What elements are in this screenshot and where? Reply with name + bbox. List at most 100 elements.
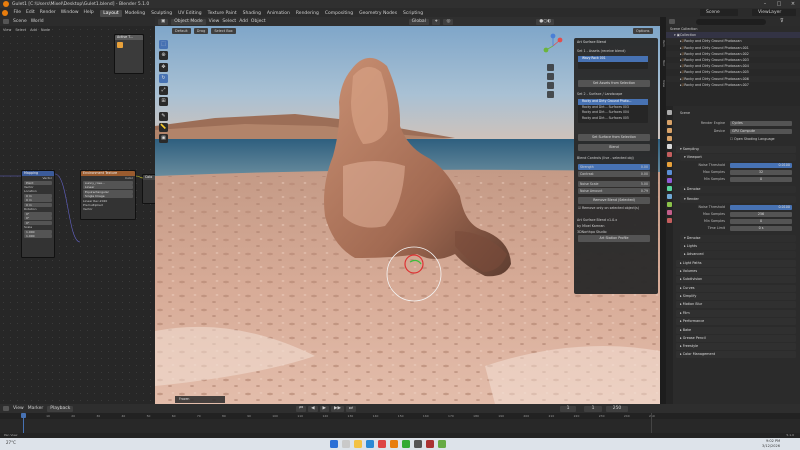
world-tab-icon[interactable]	[667, 152, 672, 157]
end-frame-field[interactable]: 250	[606, 405, 628, 412]
section-motion-blur[interactable]: ▸ Motion Blur	[676, 301, 796, 308]
node-tree-scene[interactable]: Scene	[13, 19, 27, 24]
data-tab-icon[interactable]	[667, 202, 672, 207]
tab-shading[interactable]: Shading	[240, 10, 264, 17]
node-editor-canvas[interactable]: View Select Add Node Active T... Mapping…	[0, 26, 156, 404]
app-icon-dark[interactable]	[414, 440, 422, 448]
section-denoise[interactable]: ▾ Denoise	[680, 235, 796, 242]
vp-menu-view[interactable]: View	[209, 19, 220, 24]
scene-tab-icon[interactable]	[667, 144, 672, 149]
app-icon-green[interactable]	[402, 440, 410, 448]
view-layer-selector[interactable]: ViewLayer	[752, 9, 796, 16]
section-viewport[interactable]: ▾ Viewport	[680, 154, 796, 161]
vp-noise-threshold-row[interactable]: Noise Threshold 0.0100	[676, 162, 798, 169]
cursor-tool-icon[interactable]: ⊕	[159, 51, 168, 60]
physics-tab-icon[interactable]	[667, 186, 672, 191]
view-layer-tab-icon[interactable]	[667, 136, 672, 141]
vp-max-samples-row[interactable]: Max Samples 32	[676, 169, 798, 176]
viewport-editor-type[interactable]: ▣	[158, 18, 169, 25]
blender-menu-icon[interactable]	[2, 9, 8, 16]
material-tab-icon[interactable]	[667, 210, 672, 215]
outliner-row-8[interactable]: ▸ ▽ Rocky and Dirty Ground Photoscan.007	[666, 82, 800, 88]
options-button[interactable]: Options	[633, 28, 653, 34]
r-time-field[interactable]: 0 s	[730, 225, 792, 231]
transform-orientation[interactable]: Global	[408, 18, 429, 25]
current-frame-field[interactable]: 1	[560, 405, 576, 412]
prev-keyframe-icon[interactable]: ◀	[308, 405, 318, 412]
edge-icon[interactable]	[366, 440, 374, 448]
section-freestyle[interactable]: ▸ Freestyle	[676, 343, 796, 350]
timeline-menu-playback[interactable]: Playback	[47, 405, 74, 412]
texture-tab-icon[interactable]	[667, 218, 672, 223]
outliner-tree[interactable]: Scene Collection ▾ ▣ Collection ▸ ▽ Rock…	[666, 26, 800, 106]
render-tab-icon[interactable]	[667, 120, 672, 125]
section-vp-denoise[interactable]: ▸ Denoise	[680, 186, 796, 193]
start-icon[interactable]	[330, 440, 338, 448]
r-min-field[interactable]: 0	[730, 218, 792, 224]
menu-render[interactable]: Render	[37, 8, 58, 17]
vp-menu-object[interactable]: Object	[251, 19, 266, 24]
transform-tool-icon[interactable]: ⊞	[159, 97, 168, 106]
editor-type-icon[interactable]	[3, 19, 9, 24]
filter-icon[interactable]: ⊽	[780, 18, 784, 24]
next-keyframe-icon[interactable]: ▶▶	[331, 405, 344, 412]
section-sampling[interactable]: ▾ Sampling	[676, 146, 796, 153]
set2-item-4[interactable]: Rocky and Dirt... Surfaces 005	[578, 116, 648, 122]
noise-amount-field[interactable]: Noise Amount 0.79	[578, 188, 650, 194]
object-tab-icon[interactable]	[667, 162, 672, 167]
device-dropdown[interactable]: GPU Compute	[730, 128, 792, 134]
tool-tab-icon[interactable]	[667, 110, 672, 115]
device-row[interactable]: Device GPU Compute	[676, 128, 798, 135]
set-assets-button[interactable]: Set Assets from Selection	[578, 80, 650, 87]
section-simplify[interactable]: ▸ Simplify	[676, 293, 796, 300]
remove-only-selected-checkbox[interactable]: ☑ Remove only on selected object(s)	[578, 205, 656, 211]
app-icon-red[interactable]	[378, 440, 386, 448]
scale-tool-icon[interactable]: ⤢	[159, 86, 168, 95]
timeline-area[interactable]: 0102030405060708090100110120130140150160…	[0, 413, 800, 433]
modifier-tab-icon[interactable]	[667, 170, 672, 175]
select-box[interactable]: Select Box	[211, 28, 236, 34]
section-render[interactable]: ▾ Render	[680, 196, 796, 203]
constraints-tab-icon[interactable]	[667, 194, 672, 199]
section-advanced[interactable]: ▸ Advanced	[680, 251, 796, 258]
vp-min-samples-row[interactable]: Min Samples 0	[676, 176, 798, 183]
particles-tab-icon[interactable]	[667, 178, 672, 183]
menu-window[interactable]: Window	[58, 8, 81, 17]
panel-header[interactable]: Art Surface Blend	[577, 39, 655, 45]
r-max-samples-row[interactable]: Max Samples 256	[676, 211, 798, 218]
vp-menu-select[interactable]: Select	[222, 19, 236, 24]
orientation-default[interactable]: Default	[172, 28, 191, 34]
set2-list[interactable]: Rocky and Dirty Ground Photo... Rocky an…	[578, 99, 648, 123]
section-performance[interactable]: ▸ Performance	[676, 318, 796, 325]
clock-date[interactable]: 3/12/2026	[762, 444, 780, 448]
set1-list[interactable]: Wavy Rock 001	[578, 56, 648, 69]
section-film[interactable]: ▸ Film	[676, 310, 796, 317]
proportional-edit[interactable]: ◎	[443, 18, 454, 25]
menu-file[interactable]: File	[11, 8, 24, 17]
timeline-menu-view[interactable]: View	[13, 406, 24, 411]
start-frame-field[interactable]: 1	[584, 405, 602, 412]
r-max-field[interactable]: 256	[730, 211, 792, 217]
osl-checkbox[interactable]: ☐ Open Shading Language	[676, 136, 798, 143]
output-tab-icon[interactable]	[667, 128, 672, 133]
clock-time[interactable]: 9:02 PM	[766, 439, 780, 443]
move-tool-icon[interactable]: ✥	[159, 63, 168, 72]
tab-modeling[interactable]: Modeling	[122, 10, 148, 17]
timeline-ruler[interactable]: 0102030405060708090100110120130140150160…	[0, 413, 800, 419]
render-engine-dropdown[interactable]: Cycles	[730, 120, 792, 126]
tab-compositing[interactable]: Compositing	[322, 10, 356, 17]
set1-item[interactable]: Wavy Rock 001	[578, 56, 648, 62]
search-icon[interactable]	[342, 440, 350, 448]
object-mode-dropdown[interactable]: Object Mode	[171, 18, 206, 25]
timeline-editor-icon[interactable]	[3, 406, 9, 411]
close-button[interactable]: ×	[786, 0, 800, 8]
outliner-editor-icon[interactable]	[669, 19, 675, 24]
node-tree-world[interactable]: World	[31, 19, 44, 24]
tab-scripting[interactable]: Scripting	[400, 10, 426, 17]
annotate-tool-icon[interactable]: ✎	[159, 112, 168, 121]
strength-field[interactable]: Strength 0.00	[578, 164, 650, 170]
vp-menu-add[interactable]: Add	[239, 19, 248, 24]
weather-widget[interactable]: 27°C	[6, 440, 16, 445]
snap-toggle[interactable]: ⌖	[431, 18, 441, 25]
jump-end-icon[interactable]: ⏭	[345, 405, 356, 412]
